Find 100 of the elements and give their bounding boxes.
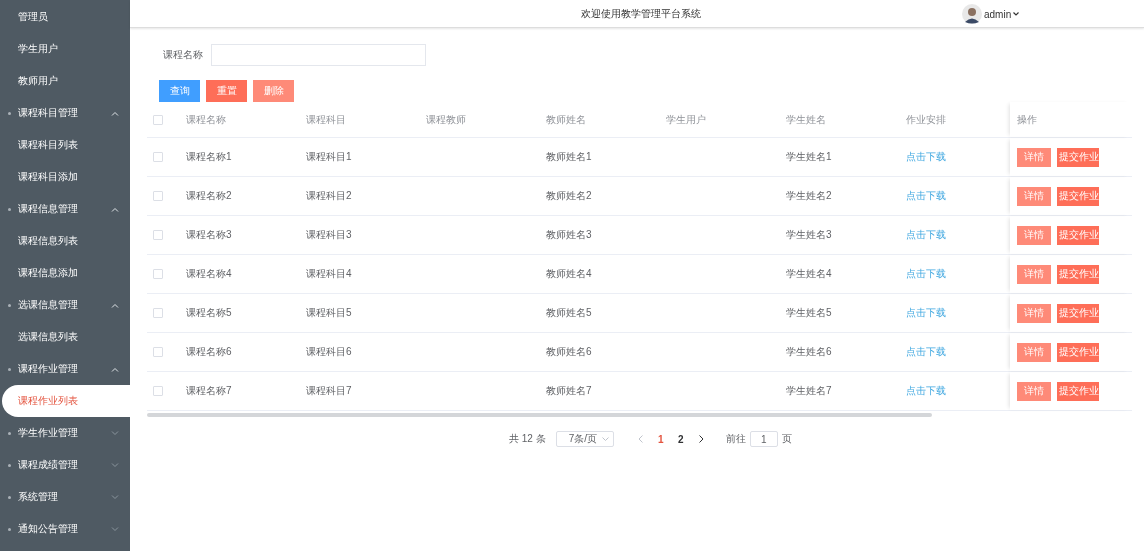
- table-cell: 课程科目2: [306, 189, 352, 203]
- page-number[interactable]: 2: [670, 433, 691, 445]
- chevron-down-icon: [111, 494, 119, 500]
- sidebar-item[interactable]: 管理员: [0, 1, 130, 33]
- sidebar-item[interactable]: 选课信息列表: [0, 321, 130, 353]
- sidebar-group[interactable]: 课程科目管理: [0, 97, 130, 129]
- page-title: 欢迎使用教学管理平台系统: [580, 6, 701, 21]
- chevron-down-icon: [111, 462, 119, 468]
- sidebar-item[interactable]: 课程信息列表: [0, 225, 130, 257]
- table-cell: 学生姓名2: [786, 189, 832, 203]
- table-cell: 课程科目1: [306, 150, 352, 164]
- sidebar-group[interactable]: 课程作业管理: [0, 353, 130, 385]
- table-cell: 教师姓名6: [546, 345, 592, 359]
- table-cell: 课程科目5: [306, 306, 352, 320]
- download-link[interactable]: 点击下载: [906, 306, 946, 320]
- table-cell: 教师姓名4: [546, 267, 592, 281]
- details-button[interactable]: 详情: [1017, 303, 1051, 323]
- submit-button[interactable]: 提交作业: [1057, 264, 1099, 284]
- row-checkbox[interactable]: [153, 386, 163, 396]
- table-cell: 课程科目4: [306, 267, 352, 281]
- submit-button[interactable]: 提交作业: [1057, 303, 1099, 323]
- sidebar-group[interactable]: 系统管理: [0, 481, 130, 513]
- sidebar-group[interactable]: 学生作业管理: [0, 417, 130, 449]
- download-link[interactable]: 点击下载: [906, 384, 946, 398]
- action-button[interactable]: 重置: [206, 80, 247, 102]
- sidebar-item[interactable]: 课程信息添加: [0, 257, 130, 289]
- download-link[interactable]: 点击下载: [906, 150, 946, 164]
- row-checkbox[interactable]: [153, 347, 163, 357]
- chevron-up-icon: [111, 110, 119, 116]
- table-cell: 学生姓名6: [786, 345, 832, 359]
- submit-button[interactable]: 提交作业: [1057, 381, 1099, 401]
- page-number[interactable]: 1: [650, 433, 671, 445]
- action-button[interactable]: 查询: [159, 80, 200, 102]
- row-checkbox[interactable]: [153, 269, 163, 279]
- details-button[interactable]: 详情: [1017, 225, 1051, 245]
- chevron-up-icon: [111, 366, 119, 372]
- column-header: 教师姓名: [546, 112, 586, 127]
- details-button[interactable]: 详情: [1017, 264, 1051, 284]
- download-link[interactable]: 点击下载: [906, 228, 946, 242]
- table-cell: 课程科目6: [306, 345, 352, 359]
- row-checkbox[interactable]: [153, 308, 163, 318]
- page-input[interactable]: 1: [749, 431, 778, 447]
- row-checkbox[interactable]: [153, 230, 163, 240]
- table-cell: 学生姓名5: [786, 306, 832, 320]
- select-all-checkbox[interactable]: [153, 114, 163, 125]
- table-cell: 学生姓名4: [786, 267, 832, 281]
- table-cell: 课程名称6: [186, 345, 232, 359]
- details-button[interactable]: 详情: [1017, 186, 1051, 206]
- sidebar-group[interactable]: 通知公告管理: [0, 513, 130, 545]
- sidebar-group[interactable]: 课程信息管理: [0, 193, 130, 225]
- table-cell: 课程名称1: [186, 150, 232, 164]
- user-menu[interactable]: admin: [962, 4, 1020, 24]
- column-header: 学生姓名: [786, 112, 826, 127]
- sidebar-group[interactable]: 选课信息管理: [0, 289, 130, 321]
- page-size-select[interactable]: 7条/页: [555, 431, 614, 447]
- table-cell: 课程名称2: [186, 189, 232, 203]
- column-header: 课程科目: [306, 112, 346, 127]
- table-cell: 学生姓名7: [786, 384, 832, 398]
- submit-button[interactable]: 提交作业: [1057, 186, 1099, 206]
- sidebar-group[interactable]: 课程成绩管理: [0, 449, 130, 481]
- table-cell: 课程名称5: [186, 306, 232, 320]
- column-header: 课程名称: [186, 112, 226, 127]
- next-page-icon[interactable]: [698, 435, 704, 443]
- chevron-up-icon: [111, 206, 119, 212]
- chevron-up-icon: [111, 302, 119, 308]
- search-field[interactable]: [211, 44, 426, 66]
- download-link[interactable]: 点击下载: [906, 267, 946, 281]
- page-suffix: 页: [781, 432, 792, 446]
- table-cell: 教师姓名1: [546, 150, 592, 164]
- sidebar-item[interactable]: 课程科目列表: [0, 129, 130, 161]
- submit-button[interactable]: 提交作业: [1057, 147, 1099, 167]
- submit-button[interactable]: 提交作业: [1057, 342, 1099, 362]
- details-button[interactable]: 详情: [1017, 147, 1051, 167]
- row-checkbox[interactable]: [153, 191, 163, 201]
- field-label: 课程名称: [163, 48, 203, 62]
- chevron-down-icon: [111, 430, 119, 436]
- download-link[interactable]: 点击下载: [906, 189, 946, 203]
- goto-label: 前往: [725, 432, 746, 446]
- details-button[interactable]: 详情: [1017, 342, 1051, 362]
- table-cell: 教师姓名7: [546, 384, 592, 398]
- sidebar-item[interactable]: 课程作业列表: [2, 385, 130, 417]
- chevron-down-icon: [601, 437, 609, 441]
- action-button[interactable]: 删除: [253, 80, 294, 102]
- table-cell: 课程名称7: [186, 384, 232, 398]
- sidebar-item[interactable]: 教师用户: [0, 65, 130, 97]
- previous-page-icon[interactable]: [637, 435, 643, 443]
- details-button[interactable]: 详情: [1017, 381, 1051, 401]
- download-link[interactable]: 点击下载: [906, 345, 946, 359]
- column-header: 学生用户: [666, 112, 706, 127]
- column-header: 操作: [1017, 112, 1037, 127]
- table-cell: 教师姓名5: [546, 306, 592, 320]
- row-checkbox[interactable]: [153, 152, 163, 162]
- sidebar-item[interactable]: 课程科目添加: [0, 161, 130, 193]
- table-cell: 课程名称4: [186, 267, 232, 281]
- table-cell: 教师姓名2: [546, 189, 592, 203]
- scrollbar-thumb[interactable]: [147, 413, 932, 417]
- table-cell: 课程科目3: [306, 228, 352, 242]
- sidebar-item[interactable]: 学生用户: [0, 33, 130, 65]
- submit-button[interactable]: 提交作业: [1057, 225, 1099, 245]
- chevron-down-icon: [111, 526, 119, 532]
